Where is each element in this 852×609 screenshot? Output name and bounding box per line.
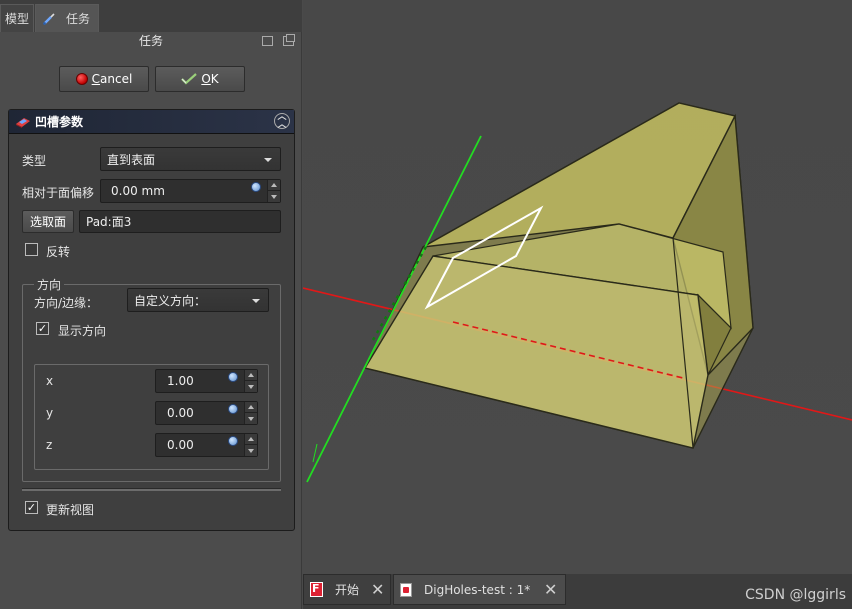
z-expression-icon[interactable] xyxy=(228,436,238,446)
x-expression-icon[interactable] xyxy=(228,372,238,382)
reverse-label: 反转 xyxy=(46,245,71,259)
y-value: 0.00 xyxy=(167,406,194,420)
tab-model-label: 模型 xyxy=(5,12,30,26)
tab-model[interactable]: 模型 xyxy=(0,4,34,32)
y-spinner[interactable] xyxy=(244,402,257,424)
freecad-icon xyxy=(310,582,323,597)
x-spinner[interactable] xyxy=(244,370,257,392)
close-start-tab-icon[interactable]: ✕ xyxy=(371,582,385,598)
ok-label: OK xyxy=(201,72,219,86)
select-face-label: 选取面 xyxy=(29,215,66,229)
direction-edge-label: 方向/边缘： xyxy=(34,296,99,310)
offset-spinner[interactable] xyxy=(267,180,280,202)
direction-edge-value: 自定义方向： xyxy=(134,293,207,308)
panel-title: 任务 xyxy=(138,34,163,48)
cancel-button[interactable]: Cancel xyxy=(59,66,149,92)
x-value: 1.00 xyxy=(167,374,194,388)
tab-start-page[interactable]: 开始 ✕ xyxy=(303,574,391,605)
tab-start-label: 开始 xyxy=(335,583,360,597)
type-select[interactable]: 直到表面 xyxy=(100,147,281,171)
tab-task-label: 任务 xyxy=(66,12,91,26)
axis-tick xyxy=(312,443,318,463)
ok-button[interactable]: OK xyxy=(155,66,245,92)
update-view-checkbox[interactable]: ✓ xyxy=(25,501,38,514)
y-input[interactable]: 0.00 xyxy=(155,401,258,425)
watermark: CSDN @lggirls xyxy=(745,587,846,603)
select-face-button[interactable]: 选取面 xyxy=(22,210,74,233)
document-tab-bar: 开始 ✕ DigHoles-test : 1* ✕ CSDN @lggirls xyxy=(303,574,852,609)
document-icon xyxy=(400,582,412,597)
ok-checkmark-icon xyxy=(181,73,198,85)
offset-input[interactable]: 0.00 mm xyxy=(100,179,281,203)
face-reference-field[interactable]: Pad:面3 xyxy=(79,210,281,233)
combo-tab-bar: 模型 任务 xyxy=(0,0,302,32)
z-spinner[interactable] xyxy=(244,434,257,456)
update-view-label: 更新视图 xyxy=(46,503,95,517)
pocket-parameters-box: 凹槽参数 ︿ ︿ 类型 直到表面 相对于面偏移 0.00 mm 选取面 Pad:面… xyxy=(8,109,295,531)
pocket-parameters-header[interactable]: 凹槽参数 ︿ ︿ xyxy=(9,110,294,134)
collapse-chevron-icon[interactable]: ︿ ︿ xyxy=(274,113,290,130)
offset-label: 相对于面偏移 xyxy=(22,186,95,200)
x-input[interactable]: 1.00 xyxy=(155,369,258,393)
close-document-tab-icon[interactable]: ✕ xyxy=(544,582,558,598)
show-direction-label: 显示方向 xyxy=(58,324,107,338)
cancel-icon xyxy=(75,73,88,85)
tab-task[interactable]: 任务 xyxy=(35,4,99,32)
offset-expression-icon[interactable] xyxy=(251,182,261,192)
direction-edge-select[interactable]: 自定义方向： xyxy=(127,288,269,312)
show-direction-checkbox[interactable]: ✓ xyxy=(36,322,49,335)
cancel-label: Cancel xyxy=(91,72,133,86)
offset-value: 0.00 mm xyxy=(111,184,165,198)
tab-document[interactable]: DigHoles-test : 1* ✕ xyxy=(393,574,566,605)
face-reference-value: Pad:面3 xyxy=(86,215,132,229)
z-input[interactable]: 0.00 xyxy=(155,433,258,457)
tab-document-label: DigHoles-test : 1* xyxy=(424,582,531,597)
y-expression-icon[interactable] xyxy=(228,404,238,414)
z-label: z xyxy=(46,438,53,452)
combo-view-panel: 模型 任务 任务 Cancel OK 凹槽参数 ︿ ︿ 类型 直到表面 相对于面… xyxy=(0,0,302,609)
pocket-parameters-title: 凹槽参数 xyxy=(35,115,84,129)
3d-model-canvas[interactable] xyxy=(303,0,852,574)
3d-viewport[interactable] xyxy=(303,0,852,574)
float-panel-button[interactable] xyxy=(283,34,295,46)
direction-group-title: 方向 xyxy=(34,276,65,293)
task-wrench-icon xyxy=(43,12,55,25)
separator xyxy=(22,488,281,491)
pocket-icon xyxy=(16,117,30,128)
type-label: 类型 xyxy=(22,154,47,168)
z-value: 0.00 xyxy=(167,438,194,452)
type-select-value: 直到表面 xyxy=(107,152,156,167)
pocket-solid xyxy=(363,102,754,449)
y-label: y xyxy=(46,406,54,420)
undock-panel-button[interactable] xyxy=(262,36,273,46)
reverse-checkbox[interactable] xyxy=(25,243,38,256)
x-label: x xyxy=(46,374,54,388)
